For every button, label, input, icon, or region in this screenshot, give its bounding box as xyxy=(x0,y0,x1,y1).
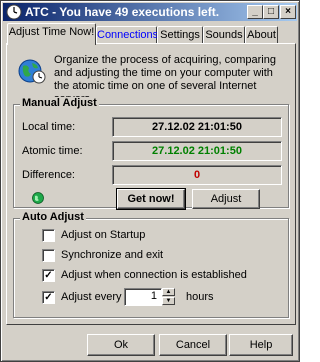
interval-down-button[interactable]: ▼ xyxy=(162,297,175,305)
interval-unit-label: hours xyxy=(186,291,214,303)
adjust-button[interactable]: Adjust xyxy=(192,189,260,209)
auto-adjust-group: Auto Adjust Adjust on Startup Synchroniz… xyxy=(13,211,289,318)
tab-label: Settings xyxy=(160,29,200,41)
help-button[interactable]: Help xyxy=(229,334,293,356)
globe-clock-icon xyxy=(18,59,46,84)
local-time-value: 27.12.02 21:01:50 xyxy=(112,117,282,137)
adjust-on-connection-label[interactable]: Adjust when connection is established xyxy=(61,269,247,281)
difference-value: 0 xyxy=(112,165,282,185)
ok-label: Ok xyxy=(113,339,129,351)
local-time-label: Local time: xyxy=(22,121,76,133)
manual-adjust-title: Manual Adjust xyxy=(20,97,99,109)
tab-label: Connections xyxy=(97,29,159,41)
cancel-button[interactable]: Cancel xyxy=(159,334,227,356)
atomic-time-label: Atomic time: xyxy=(22,145,83,157)
ok-button[interactable]: Ok xyxy=(87,334,155,356)
minimize-button[interactable]: _ xyxy=(247,5,263,19)
synchronize-and-exit-checkbox[interactable] xyxy=(42,249,55,262)
interval-input[interactable]: 1 xyxy=(124,288,162,306)
atc-window: ATC - You have 49 executions left. _ □ ×… xyxy=(0,0,300,362)
adjust-every-checkbox[interactable]: ✓ xyxy=(42,291,55,304)
interval-up-button[interactable]: ▲ xyxy=(162,288,175,296)
adjust-every-label[interactable]: Adjust every xyxy=(61,291,122,303)
tab-label: Sounds xyxy=(205,29,243,41)
get-now-label: Get now! xyxy=(127,193,175,205)
adjust-label: Adjust xyxy=(210,193,242,205)
app-clock-icon xyxy=(6,4,22,20)
tab-label: Adjust Time Now! xyxy=(8,26,95,38)
difference-label: Difference: xyxy=(22,169,75,181)
cancel-label: Cancel xyxy=(175,339,211,351)
tab-adjust-time-now[interactable]: Adjust Time Now! xyxy=(7,23,96,45)
maximize-button[interactable]: □ xyxy=(263,5,279,19)
tab-label: About xyxy=(247,29,276,41)
help-label: Help xyxy=(249,339,273,351)
title-bar[interactable]: ATC - You have 49 executions left. _ □ × xyxy=(3,3,297,21)
manual-adjust-group: Manual Adjust Local time: 27.12.02 21:01… xyxy=(13,97,289,210)
status-globe-icon xyxy=(32,192,44,204)
get-now-button[interactable]: Get now! xyxy=(116,188,186,210)
atomic-time-value: 27.12.02 21:01:50 xyxy=(112,141,282,161)
tab-panel: Organize the process of acquiring, compa… xyxy=(6,43,296,325)
adjust-on-startup-label[interactable]: Adjust on Startup xyxy=(61,229,145,241)
adjust-on-connection-checkbox[interactable]: ✓ xyxy=(42,269,55,282)
close-button[interactable]: × xyxy=(280,5,296,19)
window-title: ATC - You have 49 executions left. xyxy=(25,5,220,19)
adjust-on-startup-checkbox[interactable] xyxy=(42,229,55,242)
auto-adjust-title: Auto Adjust xyxy=(20,211,86,223)
synchronize-and-exit-label[interactable]: Synchronize and exit xyxy=(61,249,163,261)
